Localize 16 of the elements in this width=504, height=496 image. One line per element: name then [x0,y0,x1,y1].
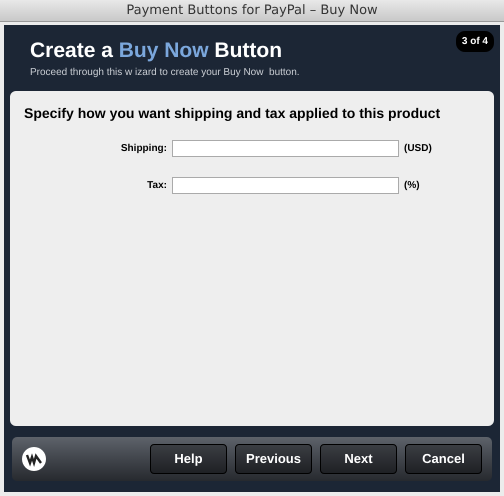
wizard-button[interactable]: Next [320,444,397,474]
field-label: Tax: [146,179,168,193]
step-badge: 3 of 4 [456,31,494,52]
wizard-title: Create a Buy Now Button [30,38,282,64]
input-field[interactable] [172,140,399,157]
logo-icon [22,447,46,471]
input-field[interactable] [172,177,399,194]
wizard-subtitle: Proceed through this w izard to create your Buy Now button. [30,66,301,80]
unit-label: (USD) [404,142,432,156]
section-heading: Specify how you want shipping and tax applied to this product [24,104,442,123]
wizard-button[interactable]: Help [150,444,227,474]
window-title: Payment Buttons for PayPal – Buy Now [126,2,378,20]
wizard-button[interactable]: Previous [235,444,312,474]
wizard-button[interactable]: Cancel [405,444,482,474]
field-label: Shipping: [120,142,168,156]
unit-label: (%) [404,179,420,193]
